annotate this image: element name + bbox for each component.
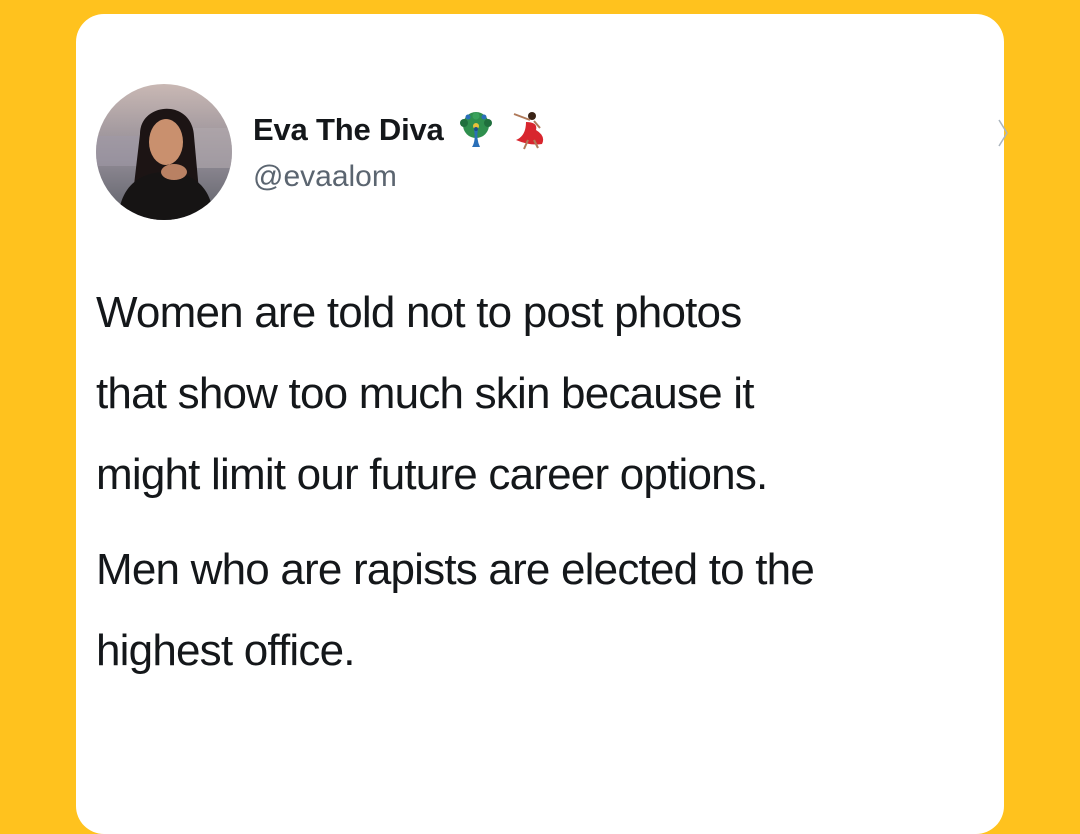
author-name-row: Eva The Diva bbox=[253, 110, 548, 150]
tweet-paragraph: Men who are rapists are elected to the h… bbox=[96, 545, 815, 675]
author-handle[interactable]: @evaalom bbox=[253, 160, 397, 194]
tweet-card: Eva The Diva @evaalom Women are told not… bbox=[76, 14, 1008, 834]
tweet-paragraph: Women are told not to post photos that s… bbox=[96, 288, 768, 499]
dancer-icon bbox=[508, 110, 548, 150]
peacock-icon bbox=[454, 111, 498, 149]
tweet-text: Women are told not to post photos that s… bbox=[96, 272, 1001, 691]
chevron-down-icon[interactable] bbox=[998, 118, 1008, 148]
avatar-photo bbox=[96, 84, 232, 220]
author-display-name[interactable]: Eva The Diva bbox=[253, 112, 444, 148]
avatar[interactable] bbox=[96, 84, 232, 220]
